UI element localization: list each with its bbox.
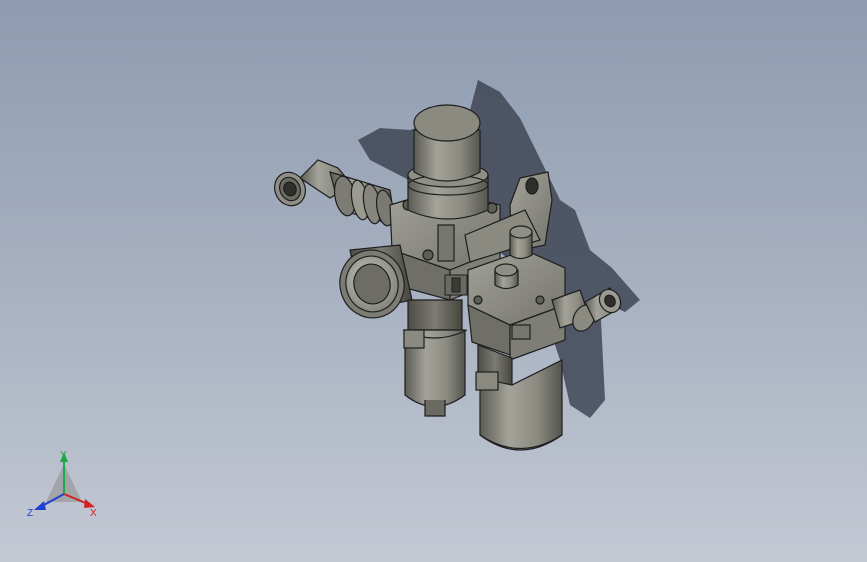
y-axis-label: Y (60, 450, 67, 461)
pressure-gauge[interactable] (332, 243, 413, 325)
z-axis-label: Z (27, 508, 33, 519)
regulator-bonnet[interactable] (407, 104, 489, 220)
left-elbow-fitting[interactable] (269, 159, 396, 227)
lubricator-bowl[interactable] (475, 344, 563, 451)
lubricator-body[interactable] (467, 249, 566, 361)
graphics-viewport[interactable]: Y X Z (0, 0, 867, 562)
orientation-triad: Y X Z (27, 450, 97, 519)
x-axis-arrow (84, 499, 95, 508)
x-axis-label: X (90, 508, 97, 519)
filter-bowl[interactable] (402, 299, 468, 417)
z-axis-arrow (34, 501, 46, 510)
model-scene[interactable] (0, 0, 867, 562)
center-connector (444, 274, 468, 296)
